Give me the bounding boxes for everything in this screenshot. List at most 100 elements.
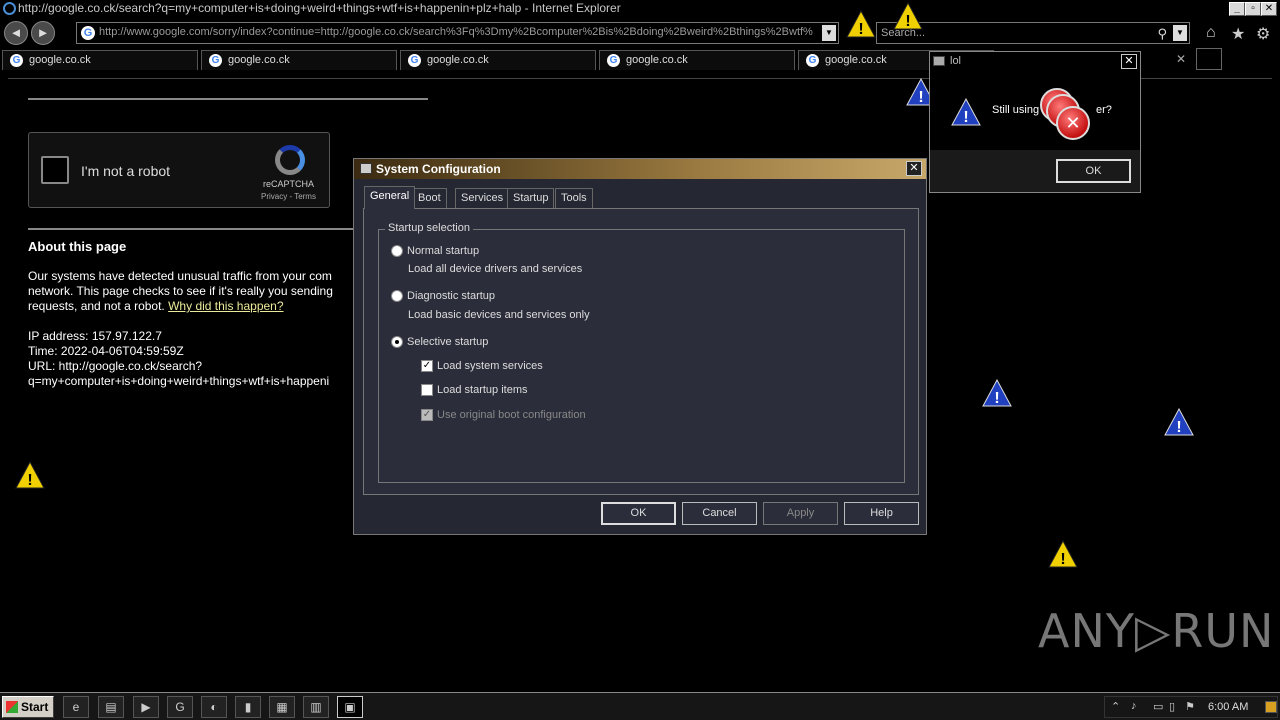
favorites-icon[interactable]: ★ [1231,24,1245,44]
normal-startup-label[interactable]: Normal startup [407,245,479,257]
clock[interactable]: 6:00 AM [1208,701,1248,713]
start-button[interactable]: Start [2,696,54,718]
volume-icon[interactable]: ♪ [1131,700,1137,712]
why-did-this-happen-link[interactable]: Why did this happen? [168,299,283,313]
tab-general[interactable]: General [364,186,416,209]
tab-startup[interactable]: Startup [507,188,555,208]
tab-close-icon[interactable]: ✕ [1176,52,1186,66]
browser-tab[interactable]: Ggoogle.co.ck [201,50,397,70]
dialog-caption: lol ✕ [930,52,1140,71]
diagnostic-startup-radio[interactable] [391,290,403,302]
startup-selection-group: Startup selection Normal startup Load al… [378,222,905,483]
tray-expand-icon[interactable]: ⌃ [1111,700,1120,713]
back-button[interactable]: ◄ [4,21,28,45]
dialog-title: System Configuration [376,162,501,176]
taskbar-msconfig-icon[interactable]: ▣ [337,696,363,718]
recaptcha-brand: reCAPTCHA [263,179,315,189]
taskbar-app-icon[interactable]: ▮ [235,696,261,718]
tab-services[interactable]: Services [455,188,510,208]
taskbar-ie-icon[interactable]: e [63,696,89,718]
tab-tools[interactable]: Tools [555,188,593,208]
minimize-button[interactable]: _ [1229,2,1245,16]
taskbar-app-icon[interactable]: ▦ [269,696,295,718]
divider [28,98,428,100]
cancel-button[interactable]: Cancel [682,502,757,525]
tools-gear-icon[interactable]: ⚙ [1256,24,1270,44]
use-original-boot-checkbox: ✓ [421,409,433,421]
maximize-button[interactable]: ▫ [1245,2,1261,16]
taskbar-app-icon[interactable]: ▥ [303,696,329,718]
browser-tab[interactable]: Ggoogle.co.ck [2,50,198,70]
new-tab-button[interactable] [1196,48,1222,70]
address-url[interactable]: http://www.google.com/sorry/index?contin… [99,26,819,38]
load-system-services-label[interactable]: Load system services [437,360,543,372]
title-bar: http://google.co.ck/search?q=my+computer… [0,0,1280,18]
taskbar-explorer-icon[interactable]: ▤ [98,696,124,718]
apply-button: Apply [763,502,838,525]
divider [28,228,354,230]
search-icon[interactable]: ⚲ [1157,26,1167,42]
svg-text:!: ! [858,21,863,38]
load-system-services-checkbox[interactable]: ✓ [421,360,433,372]
paragraph-text: requests, and not a robot. [28,299,165,313]
search-box[interactable]: Search... ⚲ ▼ [876,22,1190,44]
paragraph-line: Our systems have detected unusual traffi… [28,269,332,283]
google-favicon-icon: G [408,54,421,67]
lol-message-dialog: lol ✕ ! Still using er? ✕ OK [929,51,1141,193]
address-bar[interactable]: G http://www.google.com/sorry/index?cont… [76,22,839,44]
action-center-flag-icon[interactable]: ⚑ [1185,700,1195,713]
selective-startup-radio[interactable] [391,336,403,348]
window-title: http://google.co.ck/search?q=my+computer… [18,1,621,15]
device-icon[interactable]: ▯ [1169,700,1175,713]
url-line: q=my+computer+is+doing+weird+things+wtf+… [28,374,330,388]
google-favicon-icon: G [209,54,222,67]
svg-text:!: ! [918,89,923,106]
taskbar-chrome-icon[interactable]: G [167,696,193,718]
general-tab-panel: Startup selection Normal startup Load al… [363,208,919,495]
system-tray: ⌃ ♪ ▭ ▯ ⚑ [1104,696,1278,718]
recaptcha-widget: I'm not a robot reCAPTCHA Privacy - Term… [28,132,330,208]
load-startup-items-label[interactable]: Load startup items [437,384,528,396]
ok-button[interactable]: OK [1056,159,1131,183]
google-favicon-icon: G [10,54,23,67]
tab-label: google.co.ck [825,54,887,66]
home-icon[interactable]: ⌂ [1206,24,1216,42]
recaptcha-privacy-terms-link[interactable]: Privacy - Terms [261,192,316,201]
show-desktop-icon[interactable] [1265,701,1277,713]
close-button[interactable]: ✕ [1261,2,1277,16]
svg-text:!: ! [905,13,910,30]
normal-startup-radio[interactable] [391,245,403,257]
load-startup-items-checkbox[interactable] [421,384,433,396]
forward-button[interactable]: ► [31,21,55,45]
svg-text:!: ! [27,472,32,489]
svg-text:!: ! [1060,551,1065,568]
network-icon[interactable]: ▭ [1153,700,1163,713]
google-favicon-icon: G [607,54,620,67]
svg-text:!: ! [994,390,999,407]
dialog-caption: System Configuration ✕ [354,159,926,179]
taskbar-media-player-icon[interactable]: ▶ [133,696,159,718]
tab-label: google.co.ck [29,54,91,66]
browser-tab[interactable]: Ggoogle.co.ck [400,50,596,70]
recaptcha-logo-icon [275,145,305,175]
dialog-close-button[interactable]: ✕ [1121,54,1137,69]
taskbar-app-icon[interactable]: ◐ [201,696,227,718]
dialog-close-button[interactable]: ✕ [906,161,922,176]
internet-explorer-icon [3,2,16,15]
search-dropdown-button[interactable]: ▼ [1173,25,1187,41]
selective-startup-label[interactable]: Selective startup [407,336,488,348]
dialog-message: Still using [992,104,1040,116]
windows-flag-icon [6,701,18,713]
ok-button[interactable]: OK [601,502,676,525]
navigation-bar: ◄ ► G http://www.google.com/sorry/index?… [0,18,1280,48]
browser-tab[interactable]: Ggoogle.co.ck [599,50,795,70]
google-favicon-icon: G [806,54,819,67]
diagnostic-startup-label[interactable]: Diagnostic startup [407,290,495,302]
recaptcha-label: I'm not a robot [81,163,171,179]
address-dropdown-button[interactable]: ▼ [822,25,836,41]
help-button[interactable]: Help [844,502,919,525]
use-original-boot-label: Use original boot configuration [437,409,586,421]
recaptcha-checkbox[interactable] [41,156,69,184]
tab-boot[interactable]: Boot [412,188,447,208]
tab-label: google.co.ck [228,54,290,66]
